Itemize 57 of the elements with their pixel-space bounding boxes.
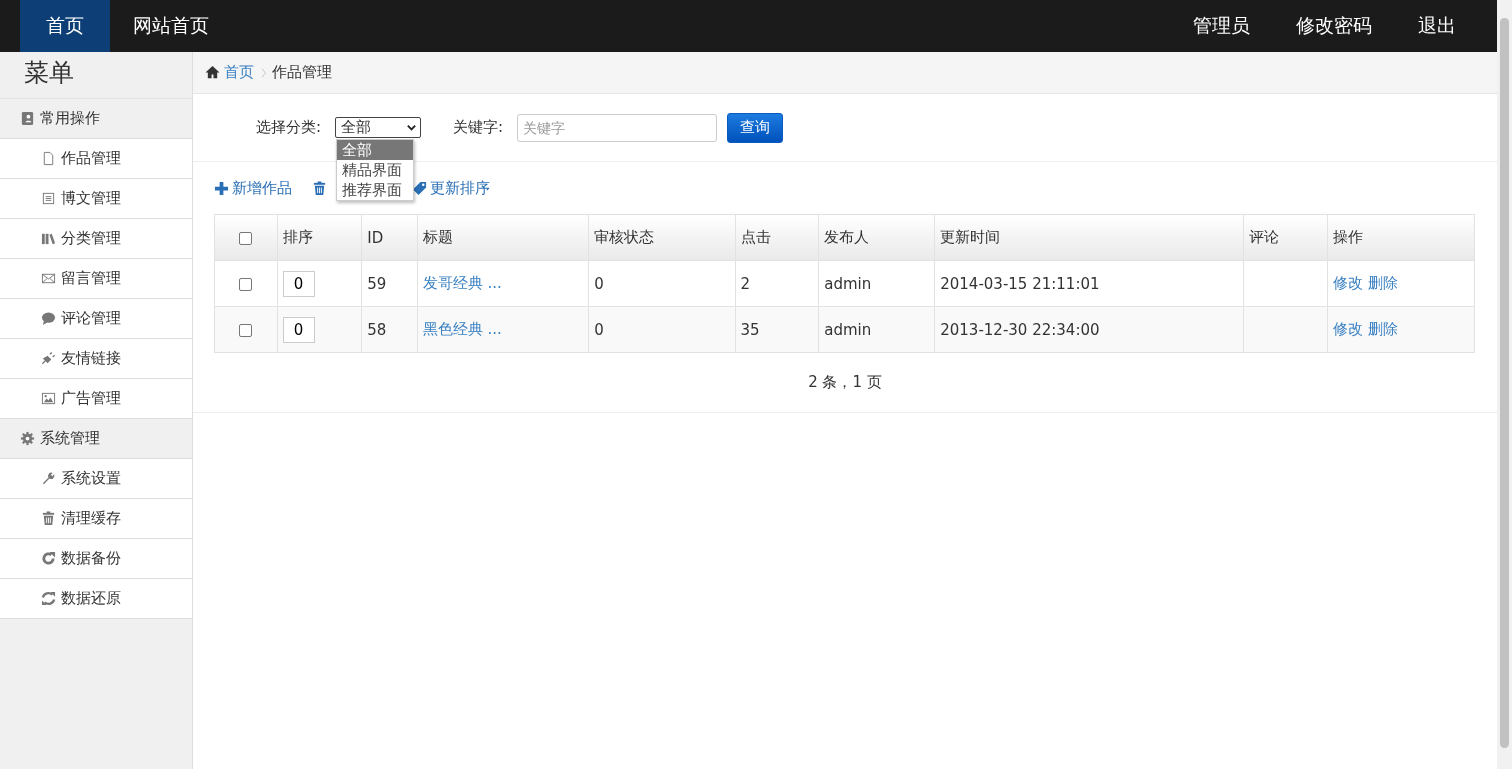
table-cell: 59 [361, 260, 418, 307]
category-select[interactable]: 全部 [335, 117, 422, 138]
dropdown-option[interactable]: 推荐界面 [337, 180, 414, 200]
sidebar-item[interactable]: 友情链接 [0, 339, 192, 379]
pagination-info: 2 条，1 页 [808, 373, 882, 391]
keyword-label: 关键字: [453, 118, 504, 137]
nav-link[interactable]: 管理员 [1170, 0, 1273, 52]
column-header: 评论 [1243, 214, 1328, 261]
sidebar-item[interactable]: 数据还原 [0, 579, 192, 619]
sidebar-item[interactable]: 系统设置 [0, 459, 192, 499]
sidebar-item[interactable]: 留言管理 [0, 259, 192, 299]
column-header: ID [361, 214, 418, 261]
column-header: 发布人 [818, 214, 935, 261]
category-label: 选择分类: [256, 118, 322, 137]
toolbar-link[interactable]: 更新排序 [412, 176, 490, 200]
action-link[interactable]: 修改 [1332, 274, 1363, 292]
table-cell: 0 [588, 306, 735, 353]
order-field[interactable]: 0 [282, 270, 315, 297]
column-header: 操作 [1327, 214, 1475, 261]
nav-link[interactable]: 首页 [20, 0, 110, 52]
sidebar-item[interactable]: 博文管理 [0, 179, 192, 219]
breadcrumb-current: 作品管理 [272, 63, 332, 82]
sidebar-item[interactable]: 清理缓存 [0, 499, 192, 539]
sidebar-item[interactable]: 数据备份 [0, 539, 192, 579]
column-header: 更新时间 [934, 214, 1244, 261]
sidebar-item[interactable]: 广告管理 [0, 379, 192, 419]
sidebar-item[interactable]: 作品管理 [0, 139, 192, 179]
column-header: 点击 [735, 214, 819, 261]
table-cell: 2 [735, 260, 819, 307]
title-link[interactable]: 发哥经典 ... [422, 274, 502, 292]
action-link[interactable]: 删除 [1367, 274, 1398, 292]
action-link[interactable]: 删除 [1367, 320, 1398, 338]
dropdown-option[interactable]: 精品界面 [337, 160, 414, 180]
table-cell: 35 [735, 306, 819, 353]
table-cell: 2013-12-30 22:34:00 [934, 306, 1244, 353]
table-cell: 0 [588, 260, 735, 307]
action-link[interactable]: 修改 [1332, 320, 1363, 338]
order-field[interactable]: 0 [282, 316, 315, 343]
sidebar-item[interactable]: 分类管理 [0, 219, 192, 259]
toolbar-link[interactable]: 新增作品 [214, 176, 292, 200]
column-header: 排序 [277, 214, 362, 261]
search-button[interactable]: 查询 [727, 112, 784, 143]
table-cell: 58 [361, 306, 418, 353]
nav-link[interactable]: 网站首页 [110, 0, 232, 52]
nav-link[interactable]: 退出 [1395, 0, 1479, 52]
column-header: 审核状态 [588, 214, 735, 261]
breadcrumb-link[interactable]: 首页 [224, 63, 254, 82]
sidebar-title: 菜单 [0, 52, 192, 99]
column-header: 标题 [417, 214, 589, 261]
table-cell: 2014-03-15 21:11:01 [934, 260, 1244, 307]
nav-link[interactable]: 修改密码 [1273, 0, 1395, 52]
table-cell: admin [818, 260, 935, 307]
keyword-field[interactable]: 关键字 [517, 113, 718, 142]
sidebar-item[interactable]: 评论管理 [0, 299, 192, 339]
dropdown-option[interactable]: 全部 [337, 140, 414, 160]
table-cell: admin [818, 306, 935, 353]
title-link[interactable]: 黑色经典 ... [422, 320, 502, 338]
